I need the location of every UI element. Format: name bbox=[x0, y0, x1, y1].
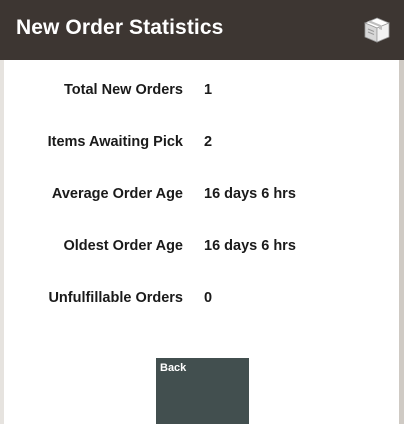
stat-value: 16 days 6 hrs bbox=[204, 186, 296, 202]
stat-label: Items Awaiting Pick bbox=[47, 134, 183, 150]
stat-value: 16 days 6 hrs bbox=[204, 238, 296, 254]
stat-row-unfulfillable-orders: Unfulfillable Orders 0 bbox=[4, 286, 399, 310]
stat-value: 0 bbox=[204, 290, 213, 306]
stat-label: Oldest Order Age bbox=[63, 238, 183, 254]
stat-row-items-awaiting-pick: Items Awaiting Pick 2 bbox=[4, 130, 399, 154]
stat-label: Total New Orders bbox=[64, 82, 183, 98]
stat-label: Average Order Age bbox=[51, 186, 183, 202]
order-statistics-dialog: New Order Statistics Total New Orders 1 … bbox=[0, 0, 404, 424]
stat-label: Unfulfillable Orders bbox=[48, 290, 183, 306]
dialog-title: New Order Statistics bbox=[16, 16, 224, 39]
dialog-header: New Order Statistics bbox=[0, 0, 404, 60]
stat-row-oldest-order-age: Oldest Order Age 16 days 6 hrs bbox=[4, 234, 399, 258]
stat-row-total-new-orders: Total New Orders 1 bbox=[4, 78, 399, 102]
stat-value: 1 bbox=[204, 82, 213, 98]
back-button-label: Back bbox=[160, 362, 187, 374]
back-button[interactable]: Back bbox=[156, 358, 249, 424]
stat-row-average-order-age: Average Order Age 16 days 6 hrs bbox=[4, 182, 399, 206]
right-border bbox=[399, 60, 404, 424]
package-box-icon bbox=[362, 15, 392, 45]
stat-value: 2 bbox=[204, 134, 213, 150]
